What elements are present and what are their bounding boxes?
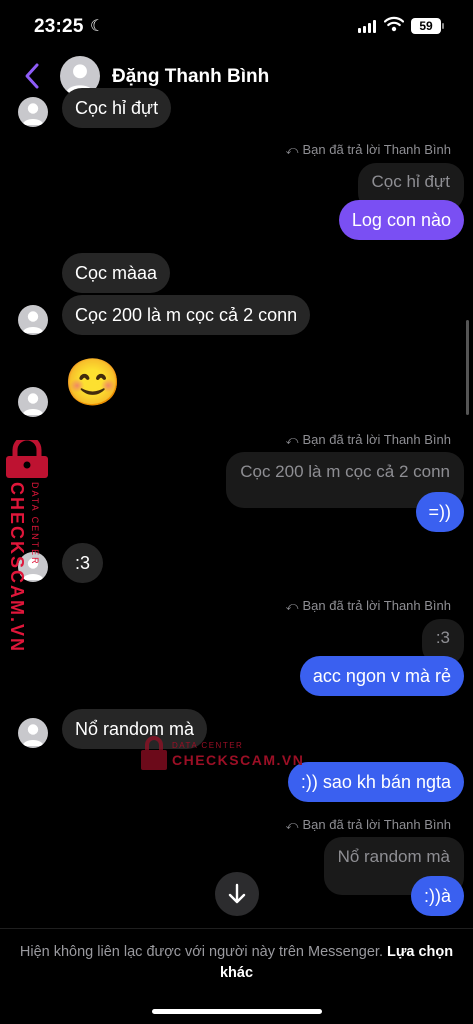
battery-nub — [442, 23, 444, 29]
status-time: 23:25 — [34, 16, 84, 37]
reply-arrow-icon: ⤺ — [285, 599, 299, 613]
watermark-subtitle: DATA CENTER — [30, 482, 40, 566]
reply-note: ⤺ Bạn đã trả lời Thanh Bình — [286, 142, 451, 158]
watermark-brand: CHECKSCAM.VN — [172, 752, 305, 768]
cellular-signal-icon — [358, 20, 376, 33]
reply-note: ⤺ Bạn đã trả lời Thanh Bình — [286, 432, 451, 448]
reply-note-text: Bạn đã trả lời Thanh Bình — [302, 142, 452, 157]
watermark-subtitle: DATA CENTER — [172, 741, 244, 750]
battery-indicator: 59 — [411, 18, 441, 34]
scrollbar[interactable] — [466, 320, 469, 415]
arrow-down-icon — [228, 883, 246, 904]
sender-avatar[interactable] — [18, 387, 48, 417]
reply-arrow-icon: ⤺ — [285, 433, 299, 447]
wifi-icon — [384, 16, 404, 32]
message-bubble-outgoing[interactable]: :)) sao kh bán ngta — [287, 762, 464, 802]
reply-arrow-icon: ⤺ — [285, 818, 299, 832]
contact-name[interactable]: Đặng Thanh Bình — [112, 66, 269, 88]
scroll-to-bottom-button[interactable] — [215, 872, 259, 916]
message-bubble-outgoing[interactable]: =)) — [415, 492, 464, 532]
reply-note: ⤺ Bạn đã trả lời Thanh Bình — [286, 817, 451, 833]
reply-arrow-icon: ⤺ — [285, 143, 299, 157]
watermark-lock-icon — [6, 440, 48, 478]
emoji-message[interactable]: 😊 — [64, 356, 121, 408]
watermark-brand: CHECKSCAM.VN — [7, 482, 27, 654]
watermark-lock-icon — [141, 736, 167, 770]
message-bubble[interactable]: Cọc màaa — [62, 253, 171, 293]
message-bubble-outgoing[interactable]: acc ngon v mà rẻ — [299, 656, 464, 696]
reply-note-text: Bạn đã trả lời Thanh Bình — [302, 817, 452, 832]
message-bubble[interactable]: Cọc hỉ đựt — [62, 88, 172, 128]
back-chevron-icon[interactable] — [22, 62, 42, 90]
reply-note: ⤺ Bạn đã trả lời Thanh Bình — [286, 598, 451, 614]
message-bubble-outgoing[interactable]: :))à — [411, 876, 464, 916]
sender-avatar[interactable] — [18, 718, 48, 748]
message-bubble[interactable]: :3 — [62, 543, 104, 583]
message-bubble-outgoing[interactable]: Log con nào — [338, 200, 464, 240]
reply-note-text: Bạn đã trả lời Thanh Bình — [302, 432, 452, 447]
moon-icon: ☾ — [90, 18, 105, 35]
unavailable-notice-text: Hiện không liên lạc được với người này t… — [19, 944, 383, 960]
reply-note-text: Bạn đã trả lời Thanh Bình — [302, 598, 452, 613]
unavailable-notice: Hiện không liên lạc được với người này t… — [18, 942, 455, 984]
sender-avatar[interactable] — [18, 305, 48, 335]
message-bubble[interactable]: Cọc 200 là m cọc cả 2 conn — [62, 295, 311, 335]
home-indicator — [152, 1009, 322, 1014]
sender-avatar[interactable] — [18, 97, 48, 127]
footer-divider — [0, 928, 473, 929]
